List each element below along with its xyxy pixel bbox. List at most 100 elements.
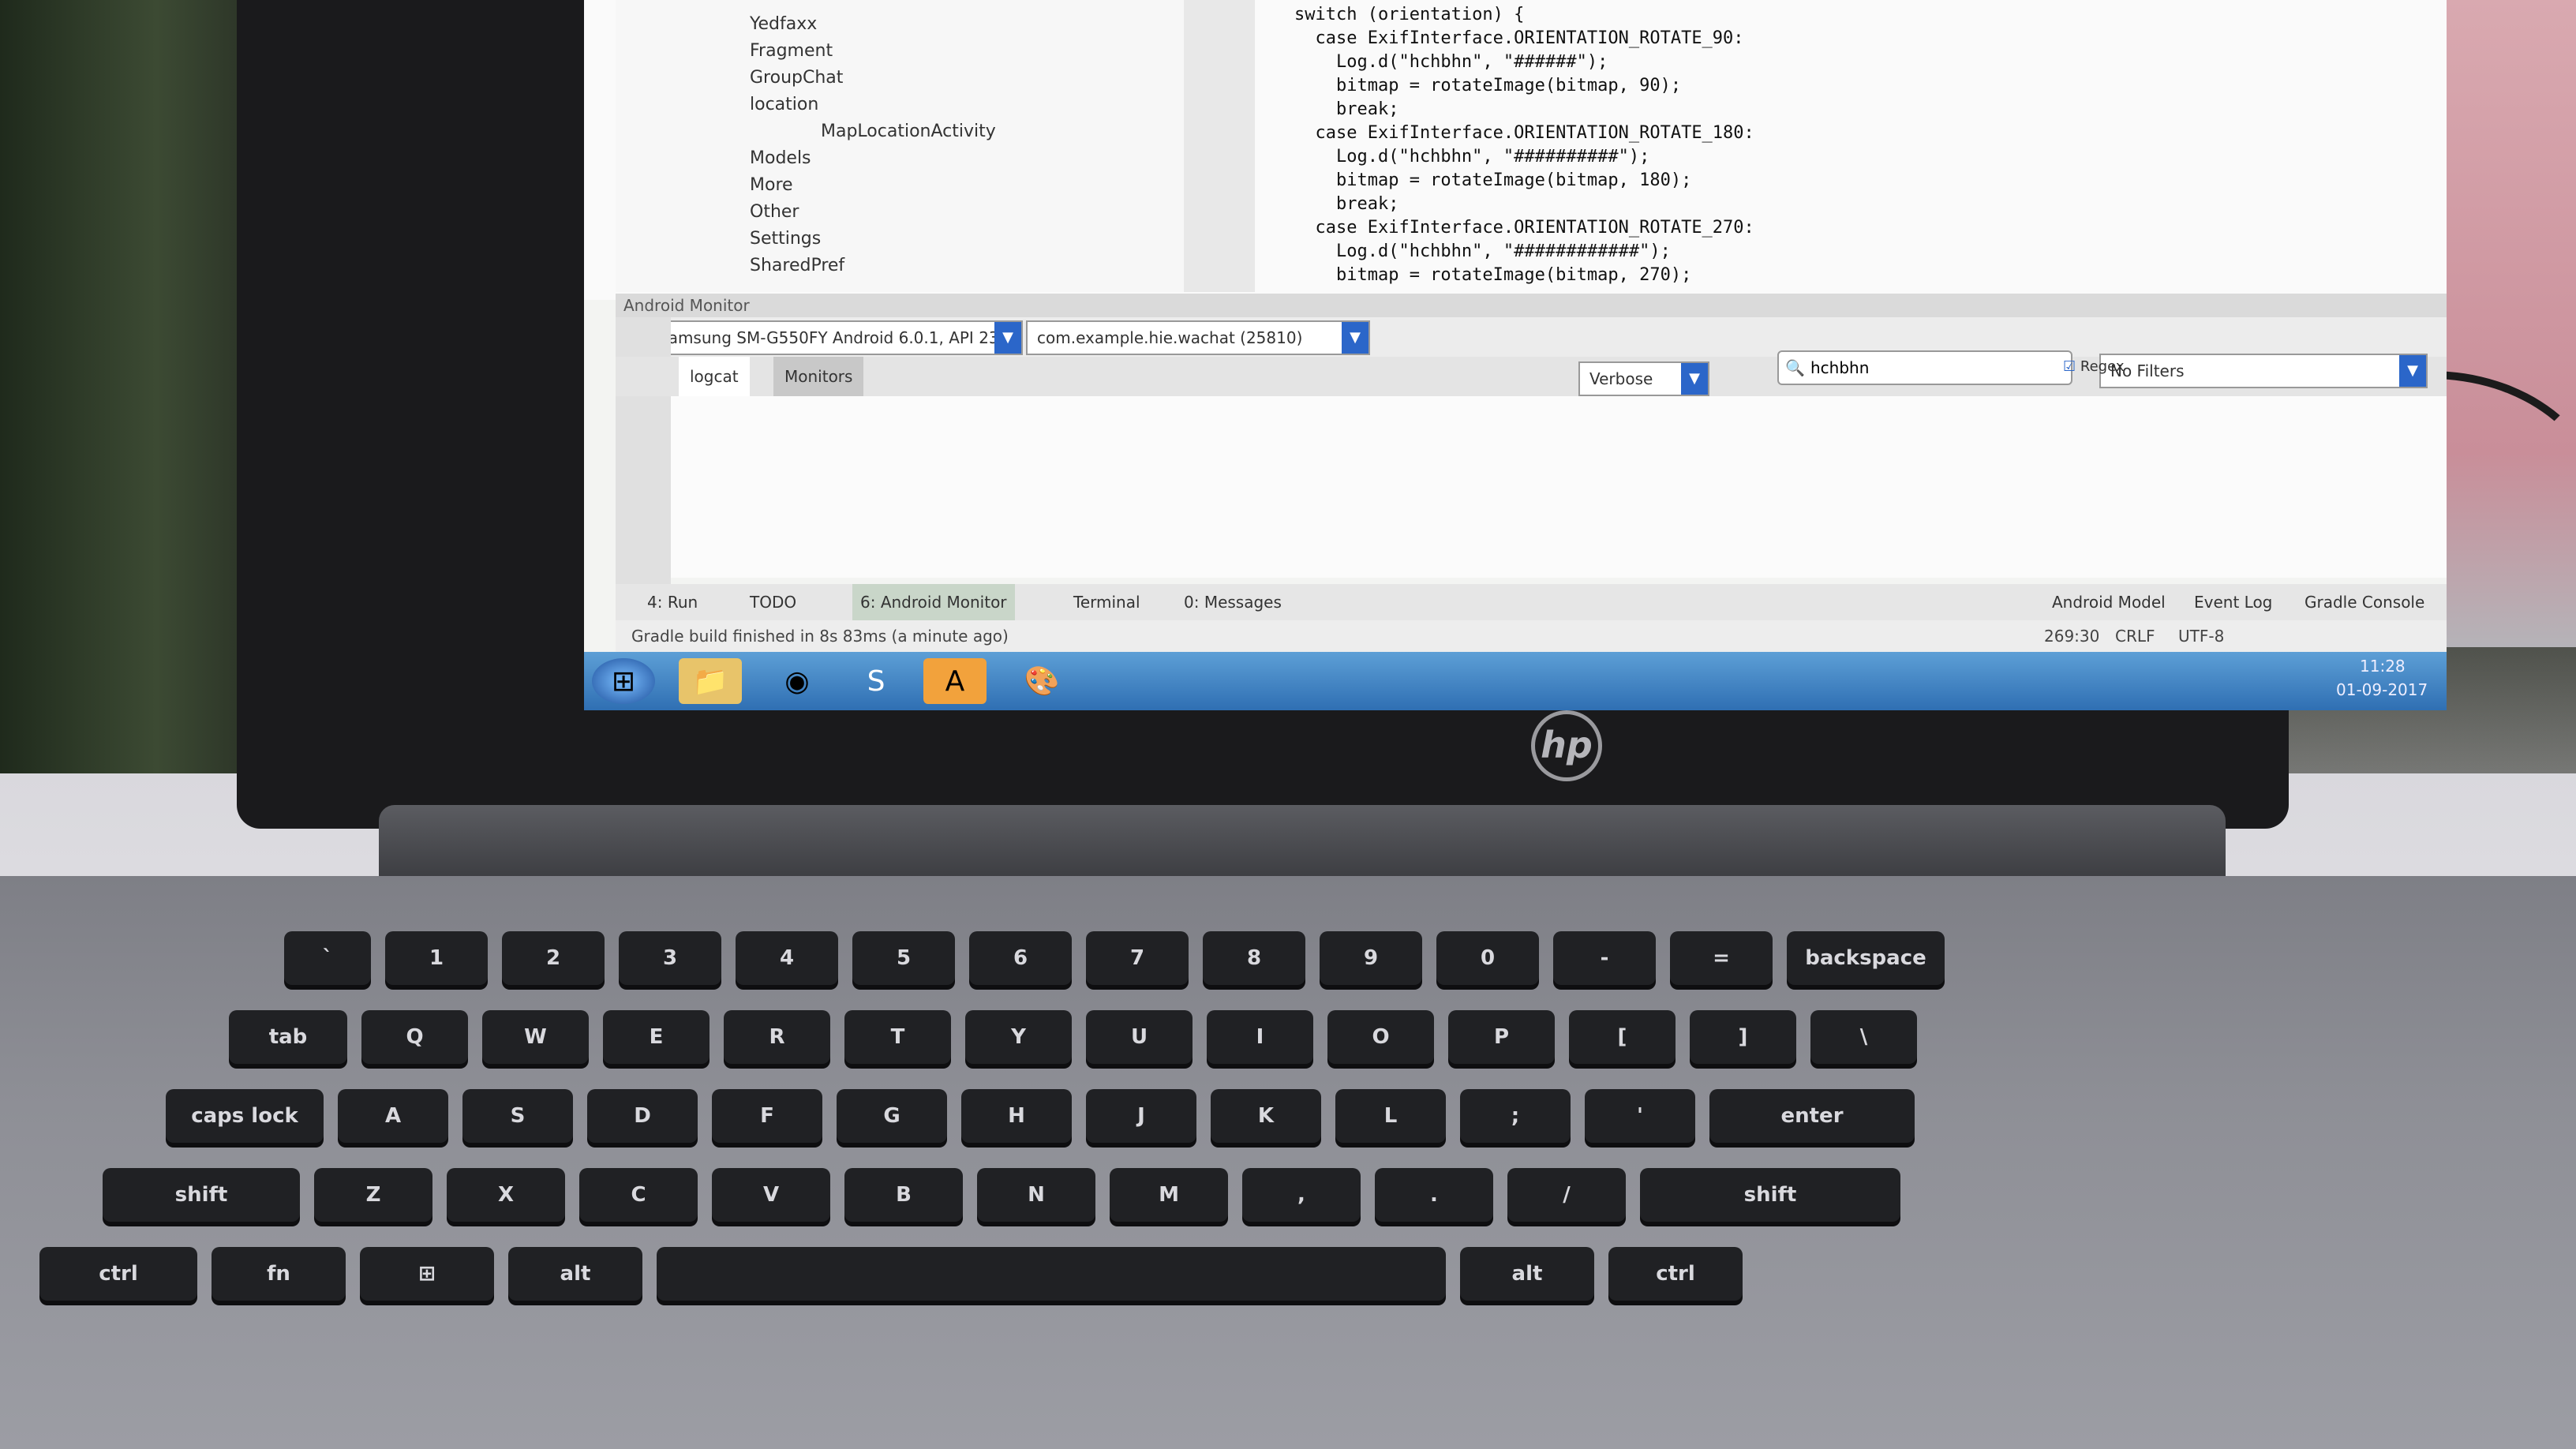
key[interactable]: 4 (736, 931, 838, 985)
key[interactable]: Y (965, 1010, 1072, 1064)
key[interactable]: alt (508, 1247, 642, 1301)
key[interactable]: ] (1690, 1010, 1796, 1064)
key[interactable]: ' (1585, 1089, 1695, 1143)
tree-item[interactable]: location (750, 95, 818, 114)
key[interactable]: . (1375, 1168, 1493, 1222)
key[interactable]: ; (1460, 1089, 1571, 1143)
tool-tab-gradle-console[interactable]: Gradle Console (2305, 584, 2424, 620)
key[interactable]: ` (284, 931, 371, 985)
key[interactable]: 3 (619, 931, 721, 985)
windows-key[interactable]: ⊞ (360, 1247, 494, 1301)
key[interactable]: R (724, 1010, 830, 1064)
key[interactable]: 7 (1086, 931, 1189, 985)
key[interactable]: C (579, 1168, 698, 1222)
key[interactable]: 8 (1203, 931, 1305, 985)
file-explorer-icon[interactable]: 📁 (679, 658, 742, 704)
key[interactable]: backspace (1787, 931, 1945, 985)
tree-item[interactable]: GroupChat (750, 68, 843, 88)
tree-item[interactable]: Settings (750, 229, 821, 249)
key[interactable]: A (338, 1089, 448, 1143)
tab-logcat[interactable]: logcat (679, 357, 750, 396)
key[interactable]: M (1110, 1168, 1228, 1222)
tab-monitors[interactable]: Monitors (773, 357, 864, 396)
key[interactable]: 2 (502, 931, 605, 985)
key[interactable]: J (1086, 1089, 1196, 1143)
clock-date[interactable]: 01-09-2017 (2336, 680, 2428, 699)
start-icon[interactable]: ⊞ (592, 658, 655, 704)
key[interactable]: H (961, 1089, 1072, 1143)
key[interactable]: W (482, 1010, 589, 1064)
key[interactable]: \ (1810, 1010, 1917, 1064)
key[interactable]: , (1242, 1168, 1361, 1222)
key[interactable]: F (712, 1089, 822, 1143)
tool-tab-run[interactable]: 4: Run (647, 584, 698, 620)
android-studio-icon[interactable]: A (923, 658, 987, 704)
key[interactable]: shift (103, 1168, 300, 1222)
skype-icon[interactable]: S (844, 658, 908, 704)
key[interactable]: / (1507, 1168, 1626, 1222)
key[interactable]: S (462, 1089, 573, 1143)
key[interactable]: I (1207, 1010, 1313, 1064)
clock-time[interactable]: 11:28 (2360, 657, 2406, 676)
key[interactable]: shift (1640, 1168, 1900, 1222)
tool-tab-android-monitor[interactable]: 6: Android Monitor (852, 584, 1015, 620)
key[interactable]: fn (212, 1247, 346, 1301)
key[interactable]: 0 (1436, 931, 1539, 985)
key[interactable]: enter (1709, 1089, 1915, 1143)
key[interactable]: T (844, 1010, 951, 1064)
key[interactable]: P (1448, 1010, 1555, 1064)
logcat-output[interactable] (671, 396, 2447, 578)
key[interactable]: - (1553, 931, 1656, 985)
tool-tab-terminal[interactable]: Terminal (1073, 584, 1140, 620)
file-encoding[interactable]: UTF-8 (2178, 620, 2224, 652)
key[interactable]: [ (1569, 1010, 1676, 1064)
spacebar[interactable] (657, 1247, 1446, 1301)
key[interactable]: U (1086, 1010, 1193, 1064)
key[interactable]: tab (229, 1010, 347, 1064)
device-dropdown[interactable]: Samsung SM-G550FY Android 6.0.1, API 23 … (647, 320, 1023, 355)
tool-tab-messages[interactable]: 0: Messages (1184, 584, 1282, 620)
tree-item[interactable]: More (750, 175, 793, 195)
key[interactable]: X (447, 1168, 565, 1222)
tool-tab-todo[interactable]: TODO (750, 584, 796, 620)
key[interactable]: O (1327, 1010, 1434, 1064)
tool-tab-android-model[interactable]: Android Model (2052, 584, 2166, 620)
logcat-search-input[interactable]: 🔍 hchbhn (1777, 350, 2072, 385)
key[interactable]: V (712, 1168, 830, 1222)
key[interactable]: ctrl (1608, 1247, 1743, 1301)
key[interactable]: G (837, 1089, 947, 1143)
key[interactable]: Z (314, 1168, 432, 1222)
key[interactable]: D (587, 1089, 698, 1143)
key[interactable]: alt (1460, 1247, 1594, 1301)
code-editor[interactable]: switch (orientation) { case ExifInterfac… (1294, 0, 2431, 292)
tree-item[interactable]: Fragment (750, 41, 833, 61)
key[interactable]: L (1335, 1089, 1446, 1143)
filter-dropdown[interactable]: No Filters ▼ (2099, 354, 2428, 388)
key[interactable]: 1 (385, 931, 488, 985)
tree-item[interactable]: Other (750, 202, 799, 222)
key[interactable]: Q (361, 1010, 468, 1064)
key[interactable]: ctrl (39, 1247, 197, 1301)
key[interactable]: 9 (1320, 931, 1422, 985)
tree-item[interactable]: MapLocationActivity (821, 122, 996, 141)
key[interactable]: B (844, 1168, 963, 1222)
regex-label[interactable]: ☑ Regex (2052, 347, 2135, 387)
key[interactable]: N (977, 1168, 1095, 1222)
key[interactable]: caps lock (166, 1089, 324, 1143)
caret-position[interactable]: 269:30 (2044, 620, 2099, 652)
tree-item[interactable]: SharedPref (750, 256, 844, 275)
key[interactable]: 5 (852, 931, 955, 985)
tool-tab-event-log[interactable]: Event Log (2194, 584, 2272, 620)
paint-icon[interactable]: 🎨 (1010, 658, 1073, 704)
key[interactable]: 6 (969, 931, 1072, 985)
log-level-dropdown[interactable]: Verbose ▼ (1578, 361, 1709, 396)
key[interactable]: K (1211, 1089, 1321, 1143)
key[interactable]: = (1670, 931, 1773, 985)
checkbox-icon: ☑ (2063, 358, 2076, 375)
process-dropdown[interactable]: com.example.hie.wachat (25810) ▼ (1026, 320, 1370, 355)
key[interactable]: E (603, 1010, 710, 1064)
tree-item[interactable]: Yedfaxx (750, 14, 817, 34)
tree-item[interactable]: Models (750, 148, 811, 168)
chrome-icon[interactable]: ◉ (766, 658, 829, 704)
line-separator[interactable]: CRLF (2115, 620, 2155, 652)
